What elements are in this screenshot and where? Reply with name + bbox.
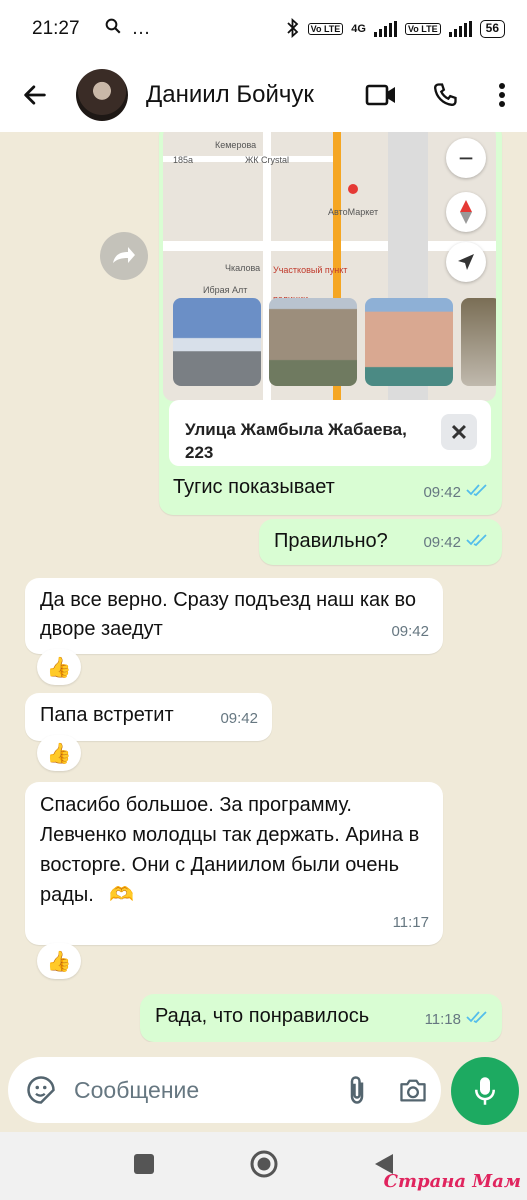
close-icon[interactable]: ✕ [441,414,477,450]
message-meta: 09:42 [423,478,488,507]
zoom-out-icon[interactable]: − [446,138,486,178]
attach-icon[interactable] [329,1075,385,1105]
compass-icon[interactable] [446,192,486,232]
street-photo[interactable] [173,298,261,386]
message-bubble[interactable]: Спасибо большое. За программу. Левченко … [25,782,443,945]
reaction-badge[interactable]: 👍 [37,649,81,685]
contact-name[interactable]: Даниил Бойчук [146,81,349,109]
camera-icon[interactable] [385,1077,441,1103]
read-ticks-icon [466,478,488,507]
bluetooth-icon [286,17,300,41]
map-pin [348,184,358,194]
message-time: 09:42 [391,623,429,640]
battery-icon: 56 [479,20,505,38]
status-time: 21:27 [32,18,80,39]
map-label: 185а [173,155,194,165]
photo-carousel[interactable] [173,298,496,386]
status-more: … [131,18,151,39]
message-time: 09:42 [423,484,461,501]
search-icon [104,17,122,41]
reaction-badge[interactable]: 👍 [37,943,81,979]
signal-icon-2 [448,21,472,37]
message-time: 11:18 [424,1011,461,1028]
message-bubble[interactable]: Папа встретит 09:42 [25,693,272,741]
message-text: Рада, что понравилось [155,1005,370,1027]
message-text: Да все верно. Сразу подъезд наш как во д… [40,589,416,640]
sticker-icon[interactable] [8,1075,74,1105]
more-vertical-icon[interactable] [477,58,527,132]
read-ticks-icon [466,1005,488,1034]
volte-badge: Vo LTE [307,23,344,35]
home-icon[interactable] [249,1149,279,1184]
recent-apps-icon[interactable] [133,1153,155,1180]
back-arrow-icon[interactable] [0,58,70,132]
watermark-logo: Страна Мам [383,1171,521,1192]
message-text: Правильно? [274,530,388,552]
message-input-bar: Сообщение [8,1057,441,1123]
message-meta: 09:42 [391,617,429,646]
mic-icon[interactable] [451,1057,519,1125]
chat-header: Даниил Бойчук [0,58,527,132]
message-bubble[interactable]: Рада, что понравилось 11:18 [140,994,502,1042]
street-photo[interactable] [269,298,357,386]
map-label: АвтоМаркет [328,207,379,217]
message-text: Спасибо большое. За программу. Левченко … [40,790,428,910]
status-bar: 21:27 … Vo LTE 4G Vo LTE 56 [0,0,527,58]
chat-area[interactable]: 185а ЖК Crystal Кемерова АвтоМаркет Чкал… [0,132,527,1042]
message-bubble[interactable]: Правильно? 09:42 [259,519,502,565]
street-photo[interactable] [461,298,496,386]
message-time: 09:42 [220,710,258,727]
address-card[interactable]: Улица Жамбыла Жабаева, 223 ✕ [169,400,491,466]
street-photo[interactable] [365,298,453,386]
message-input[interactable]: Сообщение [74,1077,329,1104]
volte-badge-2: Vo LTE [404,23,441,35]
video-call-icon[interactable] [349,58,413,132]
address-text: Улица Жамбыла Жабаева, 223 [185,420,407,462]
message-time: 09:42 [423,534,461,551]
message-time: 11:17 [392,914,429,931]
message-meta: 09:42 [220,704,258,733]
map-preview[interactable]: 185а ЖК Crystal Кемерова АвтоМаркет Чкал… [163,132,496,401]
read-ticks-icon [466,528,488,557]
message-meta: 11:18 [425,1005,488,1034]
heart-hands-emoji: 🫶 [109,884,135,906]
message-meta: 11:17 [393,908,429,937]
message-text: Тугис показывает [173,476,335,498]
forward-button[interactable] [100,232,148,280]
message-meta: 09:42 [423,528,488,557]
locate-icon[interactable] [446,242,486,282]
message-text: Папа встретит [40,704,174,726]
signal-icon [373,21,397,37]
phone-icon[interactable] [413,58,477,132]
location-message[interactable]: 185а ЖК Crystal Кемерова АвтоМаркет Чкал… [159,132,502,515]
map-label: Кемерова [215,140,257,150]
message-bubble[interactable]: Да все верно. Сразу подъезд наш как во д… [25,578,443,654]
message-text-body: Спасибо большое. За программу. Левченко … [40,794,420,906]
reaction-badge[interactable]: 👍 [37,735,81,771]
avatar[interactable] [76,69,128,121]
network-type: 4G [351,23,366,35]
